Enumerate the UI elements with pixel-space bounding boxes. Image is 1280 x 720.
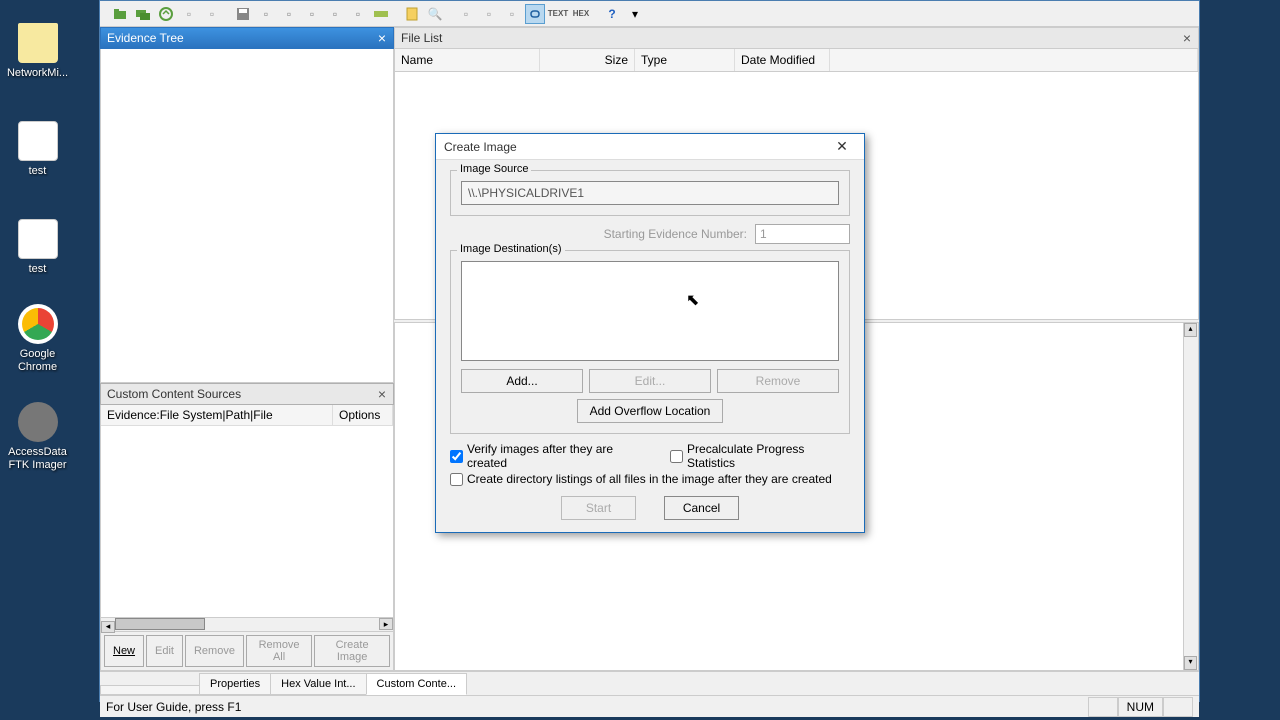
save-icon[interactable]: [233, 4, 253, 24]
new-icon[interactable]: [402, 4, 422, 24]
desktop-icon-test2[interactable]: test: [5, 196, 70, 276]
custom-content-header: Custom Content Sources ×: [100, 383, 394, 405]
tool-icon[interactable]: ▫: [325, 4, 345, 24]
textfile-icon: [18, 219, 58, 259]
file-list-title: File List: [401, 31, 442, 45]
memory-icon[interactable]: [371, 4, 391, 24]
evidence-tree-title: Evidence Tree: [107, 31, 184, 45]
close-icon[interactable]: ×: [374, 30, 390, 46]
tool-icon[interactable]: ▫: [302, 4, 322, 24]
link-icon[interactable]: [525, 4, 545, 24]
scroll-left-icon[interactable]: ◂: [101, 621, 115, 633]
evidence-tree-pane[interactable]: [100, 49, 394, 383]
remove-button: Remove: [185, 635, 244, 667]
image-source-fieldset: Image Source \\.\PHYSICALDRIVE1: [450, 170, 850, 216]
folder-icon: [18, 23, 58, 63]
status-cell: [1088, 697, 1118, 717]
scroll-thumb[interactable]: [115, 618, 205, 630]
desktop-icon-chrome[interactable]: Google Chrome: [5, 294, 70, 374]
col-type[interactable]: Type: [635, 49, 735, 71]
remove-all-button: Remove All: [246, 635, 312, 667]
tool-icon[interactable]: ▫: [279, 4, 299, 24]
textfile-icon: [18, 121, 58, 161]
tab-hex[interactable]: Hex Value Int...: [270, 673, 366, 695]
close-icon[interactable]: ×: [374, 386, 390, 402]
remove-button: Remove: [717, 369, 839, 393]
tool-icon[interactable]: ▫: [502, 4, 522, 24]
starting-evidence-input: [755, 224, 850, 244]
destination-list[interactable]: ⬉: [461, 261, 839, 361]
verify-checkbox[interactable]: Verify images after they are created: [450, 442, 650, 470]
image-source-legend: Image Source: [457, 163, 531, 175]
hex-view-icon[interactable]: HEX: [571, 4, 591, 24]
bottom-tabs: Properties Hex Value Int... Custom Conte…: [100, 671, 1199, 695]
custom-content-grid[interactable]: Evidence:File System|Path|File Options ◂…: [100, 405, 394, 632]
ccs-col-path[interactable]: Evidence:File System|Path|File: [101, 405, 333, 425]
image-source-value: \\.\PHYSICALDRIVE1: [461, 181, 839, 205]
vertical-scrollbar[interactable]: ▴ ▾: [1183, 323, 1198, 670]
close-icon[interactable]: ×: [1179, 30, 1195, 46]
tool-icon[interactable]: ▫: [202, 4, 222, 24]
add-overflow-button[interactable]: Add Overflow Location: [577, 399, 724, 423]
create-image-dialog: Create Image ✕ Image Source \\.\PHYSICAL…: [435, 133, 865, 533]
file-list-header: File List ×: [394, 27, 1199, 49]
horizontal-scrollbar[interactable]: ◂ ▸: [101, 617, 393, 631]
tab-custom-content[interactable]: Custom Conte...: [366, 673, 467, 695]
capture-icon[interactable]: [156, 4, 176, 24]
tool-icon[interactable]: ▫: [348, 4, 368, 24]
close-icon[interactable]: ✕: [828, 137, 856, 157]
tool-icon[interactable]: ▫: [256, 4, 276, 24]
desktop-icon-ftk[interactable]: AccessData FTK Imager: [5, 392, 70, 472]
ccs-col-options[interactable]: Options: [333, 405, 393, 425]
tool-icon[interactable]: ▫: [179, 4, 199, 24]
col-name[interactable]: Name: [395, 49, 540, 71]
col-size[interactable]: Size: [540, 49, 635, 71]
add-evidence-icon[interactable]: [110, 4, 130, 24]
tool-icon[interactable]: ▫: [456, 4, 476, 24]
ftk-icon: [18, 402, 58, 442]
status-num: NUM: [1118, 697, 1163, 717]
status-cell: [1163, 697, 1193, 717]
status-hint: For User Guide, press F1: [106, 700, 241, 714]
dirlist-checkbox[interactable]: Create directory listings of all files i…: [450, 472, 850, 486]
desktop-icon-test1[interactable]: test: [5, 98, 70, 178]
edit-button: Edit...: [589, 369, 711, 393]
cursor-icon: ⬉: [686, 290, 699, 310]
help-icon[interactable]: ?: [602, 4, 622, 24]
add-all-icon[interactable]: [133, 4, 153, 24]
find-icon[interactable]: 🔍: [425, 4, 445, 24]
desktop-icon-networkminer[interactable]: NetworkMi...: [5, 0, 70, 80]
text-view-icon[interactable]: TEXT: [548, 4, 568, 24]
start-button: Start: [561, 496, 636, 520]
evidence-tree-header: Evidence Tree ×: [100, 27, 394, 49]
create-image-button: Create Image: [314, 635, 390, 667]
image-destination-legend: Image Destination(s): [457, 243, 565, 255]
col-date[interactable]: Date Modified: [735, 49, 830, 71]
cancel-button[interactable]: Cancel: [664, 496, 739, 520]
dropdown-icon[interactable]: ▾: [625, 4, 645, 24]
tool-icon[interactable]: ▫: [479, 4, 499, 24]
dialog-title: Create Image: [444, 140, 517, 154]
add-button[interactable]: Add...: [461, 369, 583, 393]
edit-button: Edit: [146, 635, 183, 667]
custom-content-title: Custom Content Sources: [107, 387, 241, 401]
scroll-up-icon[interactable]: ▴: [1184, 323, 1197, 337]
dialog-titlebar[interactable]: Create Image ✕: [436, 134, 864, 160]
scroll-down-icon[interactable]: ▾: [1184, 656, 1197, 670]
status-bar: For User Guide, press F1 NUM: [100, 695, 1199, 717]
scroll-right-icon[interactable]: ▸: [379, 618, 393, 630]
precalc-checkbox[interactable]: Precalculate Progress Statistics: [670, 442, 850, 470]
chrome-icon: [18, 304, 58, 344]
starting-evidence-label: Starting Evidence Number:: [604, 227, 747, 241]
image-destination-fieldset: Image Destination(s) ⬉ Add... Edit... Re…: [450, 250, 850, 434]
main-toolbar: ▫ ▫ ▫ ▫ ▫ ▫ ▫ 🔍 ▫ ▫ ▫ TEXT HEX ? ▾: [100, 1, 1199, 27]
tab-properties[interactable]: Properties: [199, 673, 271, 695]
new-button[interactable]: New: [104, 635, 144, 667]
